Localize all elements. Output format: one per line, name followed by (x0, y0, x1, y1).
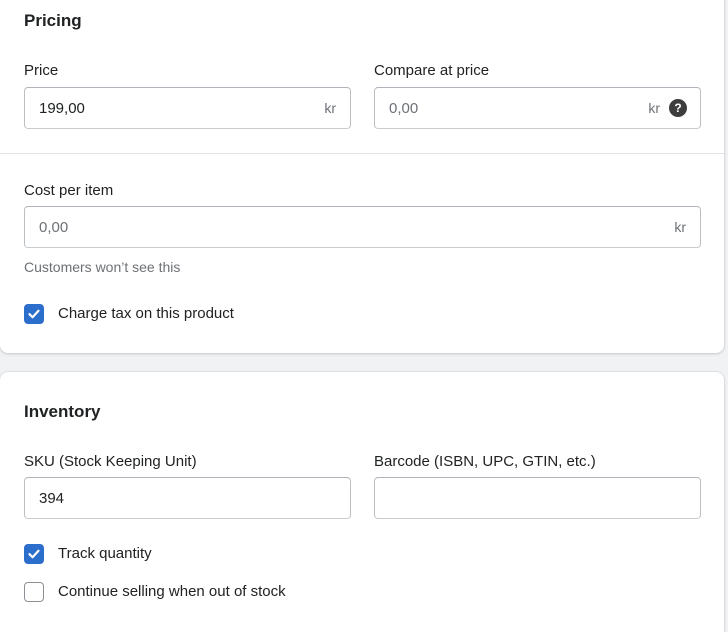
price-value: 199,00 (39, 100, 85, 117)
compare-at-price-input[interactable]: 0,00 kr ? (374, 87, 701, 129)
cost-per-item-currency-suffix: kr (674, 219, 686, 235)
checkmark-icon (28, 549, 40, 559)
pricing-divider (0, 153, 724, 154)
sku-value: 394 (39, 490, 65, 507)
track-quantity-checkbox-row[interactable]: Track quantity (24, 543, 224, 565)
price-input[interactable]: 199,00 kr (24, 87, 351, 129)
continue-selling-checkbox[interactable] (24, 582, 44, 602)
compare-at-price-currency-suffix: kr (648, 100, 660, 116)
charge-tax-checkbox-row[interactable]: Charge tax on this product (24, 303, 324, 325)
barcode-input[interactable] (374, 477, 701, 519)
track-quantity-checkbox[interactable] (24, 544, 44, 564)
charge-tax-checkbox[interactable] (24, 304, 44, 324)
continue-selling-label: Continue selling when out of stock (58, 583, 286, 600)
price-currency-suffix: kr (324, 100, 336, 116)
track-quantity-label: Track quantity (58, 545, 152, 562)
cost-per-item-input[interactable]: 0,00 kr (24, 206, 701, 248)
price-label: Price (24, 62, 59, 79)
compare-at-price-placeholder: 0,00 (389, 100, 419, 117)
sku-input[interactable]: 394 (24, 477, 351, 519)
sku-label: SKU (Stock Keeping Unit) (24, 453, 197, 470)
cost-per-item-label: Cost per item (24, 182, 114, 199)
pricing-card: Pricing Price 199,00 kr Compare at price… (0, 0, 724, 353)
barcode-label: Barcode (ISBN, UPC, GTIN, etc.) (374, 453, 596, 470)
inventory-card: Inventory SKU (Stock Keeping Unit) 394 B… (0, 372, 724, 632)
compare-at-price-label: Compare at price (374, 62, 490, 79)
checkmark-icon (28, 309, 40, 319)
cost-per-item-help-text: Customers won’t see this (24, 259, 181, 275)
charge-tax-label: Charge tax on this product (58, 305, 234, 322)
continue-selling-checkbox-row[interactable]: Continue selling when out of stock (24, 581, 344, 603)
pricing-title: Pricing (24, 11, 82, 30)
question-circle-icon[interactable]: ? (669, 99, 687, 117)
cost-per-item-placeholder: 0,00 (39, 219, 69, 236)
inventory-title: Inventory (24, 402, 101, 421)
